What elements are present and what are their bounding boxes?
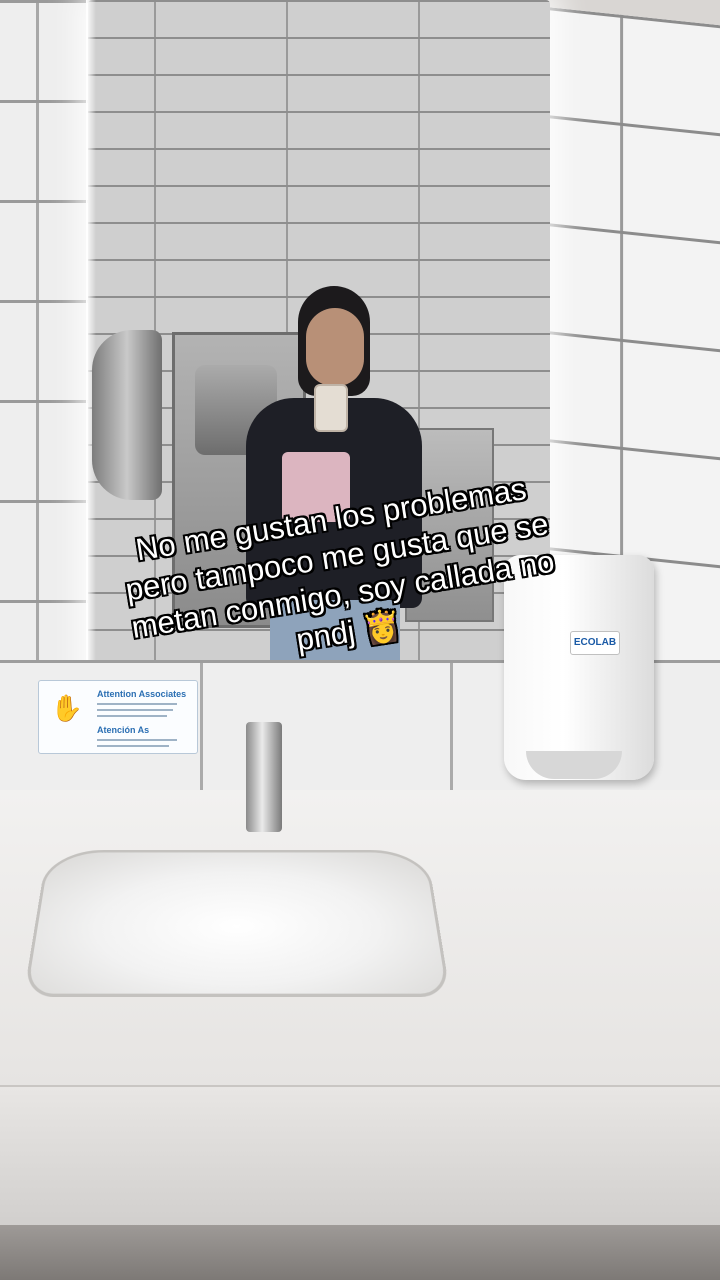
sign-text-line <box>97 739 177 741</box>
handwash-sign: ✋ Attention Associates Atención As <box>38 680 198 754</box>
countertop-edge <box>0 1085 720 1227</box>
bathroom-photo: ✋ Attention Associates Atención As ECOLA… <box>0 0 720 1280</box>
sign-text-line <box>97 709 173 711</box>
sign-text-line <box>97 703 177 705</box>
mirror-backlight <box>86 0 96 690</box>
sign-text-line <box>97 715 167 717</box>
phone <box>314 384 348 432</box>
person-face <box>306 308 364 386</box>
sink-basin <box>23 850 450 997</box>
faucet <box>246 722 282 832</box>
handwash-icon: ✋ <box>47 689 87 727</box>
soap-nozzle-base <box>526 751 622 779</box>
sign-title-spanish: Atención As <box>97 725 149 735</box>
sign-title-english: Attention Associates <box>97 689 186 699</box>
sign-text-line <box>97 745 169 747</box>
soap-brand-label: ECOLAB <box>570 631 620 655</box>
under-counter <box>0 1225 720 1280</box>
hand-dryer-reflection <box>92 330 162 500</box>
